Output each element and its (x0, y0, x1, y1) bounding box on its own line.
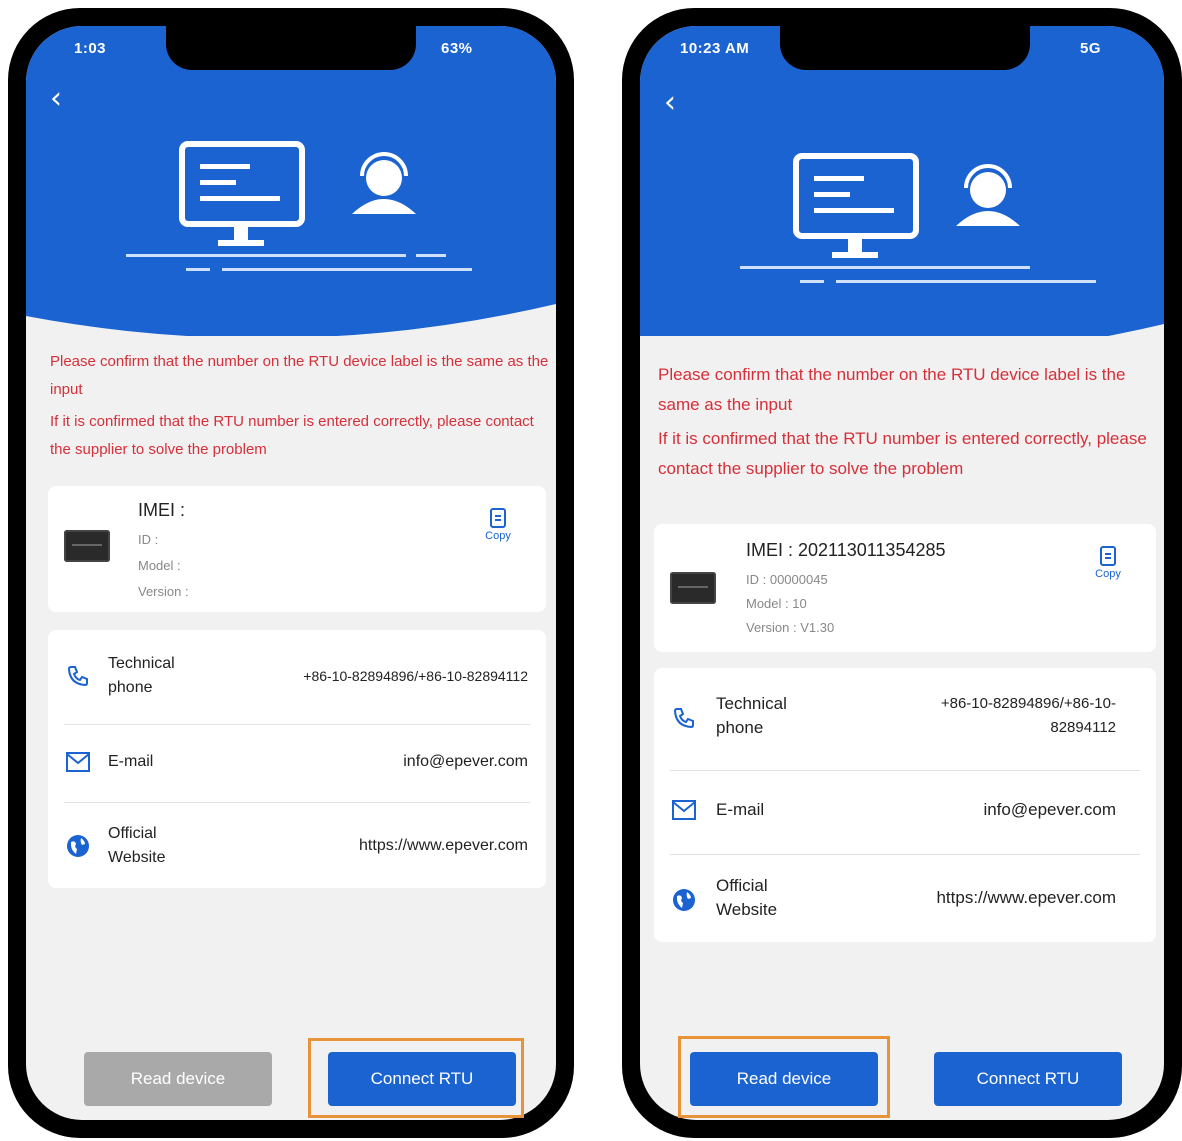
website-label: Official Website (716, 876, 778, 919)
right-phone: 10:23 AM 5G ‹ Please confirm that the nu… (622, 8, 1182, 1138)
back-arrow-icon[interactable]: ‹ (664, 88, 676, 118)
technical-phone-label: Technical phone (108, 655, 175, 696)
rtu-device-image (64, 530, 110, 562)
technical-phone-value: +86-10-82894896/+86-10-82894112 (940, 695, 1116, 736)
globe-icon (673, 889, 695, 911)
notch (780, 26, 1030, 70)
copy-icon (490, 508, 506, 528)
support-illustration-icon (126, 141, 472, 271)
highlight-box-read-device (678, 1036, 890, 1118)
status-time: 10:23 AM (680, 40, 750, 57)
email-label: E-mail (108, 753, 154, 770)
device-info-card: IMEI : 202113011354285 ID : 00000045 Mod… (654, 524, 1156, 652)
warning-line-2: If it is confirmed that the RTU number i… (50, 413, 534, 458)
website-label: Official Website (108, 825, 166, 866)
notch (166, 26, 416, 70)
status-time: 1:03 (74, 40, 107, 57)
device-model: Model : 10 (746, 596, 807, 611)
warning-line-1: Please confirm that the number on the RT… (658, 365, 1126, 414)
copy-icon (1100, 546, 1116, 566)
technical-phone-row[interactable]: Technical phone +86-10-82894896/+86-10-8… (654, 668, 1156, 768)
imei-label: IMEI : (138, 500, 186, 520)
left-screen: 1:03 63% ‹ Please confirm that the numbe… (26, 26, 556, 1120)
device-version: Version : (138, 584, 189, 599)
left-phone: 1:03 63% ‹ Please confirm that the numbe… (8, 8, 574, 1138)
technical-phone-row[interactable]: Technical phone +86-10-82894896/+86-10-8… (48, 630, 546, 722)
copy-label: Copy (1095, 568, 1121, 580)
divider (670, 854, 1140, 855)
copy-label: Copy (485, 530, 511, 542)
header-wave (26, 304, 556, 356)
website-value: https://www.epever.com (359, 837, 528, 854)
status-network: 5G (1080, 40, 1102, 57)
website-row[interactable]: Official Website https://www.epever.com (654, 856, 1156, 942)
support-illustration-icon (740, 153, 1096, 283)
website-row[interactable]: Official Website https://www.epever.com (48, 804, 546, 888)
divider (64, 802, 530, 803)
technical-phone-value: +86-10-82894896/+86-10-82894112 (303, 668, 528, 684)
device-version: Version : V1.30 (746, 620, 835, 635)
device-model: Model : (138, 558, 181, 573)
email-row[interactable]: E-mail info@epever.com (654, 772, 1156, 852)
phone-icon (673, 708, 694, 729)
technical-phone-label: Technical phone (716, 694, 787, 737)
email-value: info@epever.com (983, 800, 1116, 819)
website-value: https://www.epever.com (936, 888, 1116, 907)
status-battery: 63% (441, 40, 473, 57)
phone-icon (67, 666, 88, 687)
right-screen: 10:23 AM 5G ‹ Please confirm that the nu… (640, 26, 1164, 1120)
email-value: info@epever.com (403, 753, 528, 770)
rtu-device-image (670, 572, 716, 604)
email-label: E-mail (716, 800, 765, 819)
warning-line-2: If it is confirmed that the RTU number i… (658, 429, 1147, 478)
device-id: ID : (138, 532, 159, 547)
divider (64, 724, 530, 725)
warning-message: Please confirm that the number on the RT… (50, 348, 550, 468)
copy-button[interactable]: Copy (1088, 546, 1128, 580)
divider (670, 770, 1140, 771)
contact-card: Technical phone +86-10-82894896/+86-10-8… (654, 668, 1156, 942)
back-arrow-icon[interactable]: ‹ (50, 84, 62, 114)
contact-card: Technical phone +86-10-82894896/+86-10-8… (48, 630, 546, 888)
device-info-card: IMEI : ID : Model : Version : Copy (48, 486, 546, 612)
globe-icon (67, 835, 89, 857)
imei-value: IMEI : 202113011354285 (746, 540, 946, 560)
device-id: ID : 00000045 (746, 572, 828, 587)
read-device-button[interactable]: Read device (84, 1052, 272, 1106)
mail-icon (672, 800, 696, 820)
mail-icon (66, 752, 90, 772)
copy-button[interactable]: Copy (478, 508, 518, 542)
warning-message: Please confirm that the number on the RT… (658, 360, 1153, 488)
highlight-box-connect-rtu (308, 1038, 524, 1118)
email-row[interactable]: E-mail info@epever.com (48, 726, 546, 800)
warning-line-1: Please confirm that the number on the RT… (50, 353, 549, 398)
connect-rtu-button[interactable]: Connect RTU (934, 1052, 1122, 1106)
